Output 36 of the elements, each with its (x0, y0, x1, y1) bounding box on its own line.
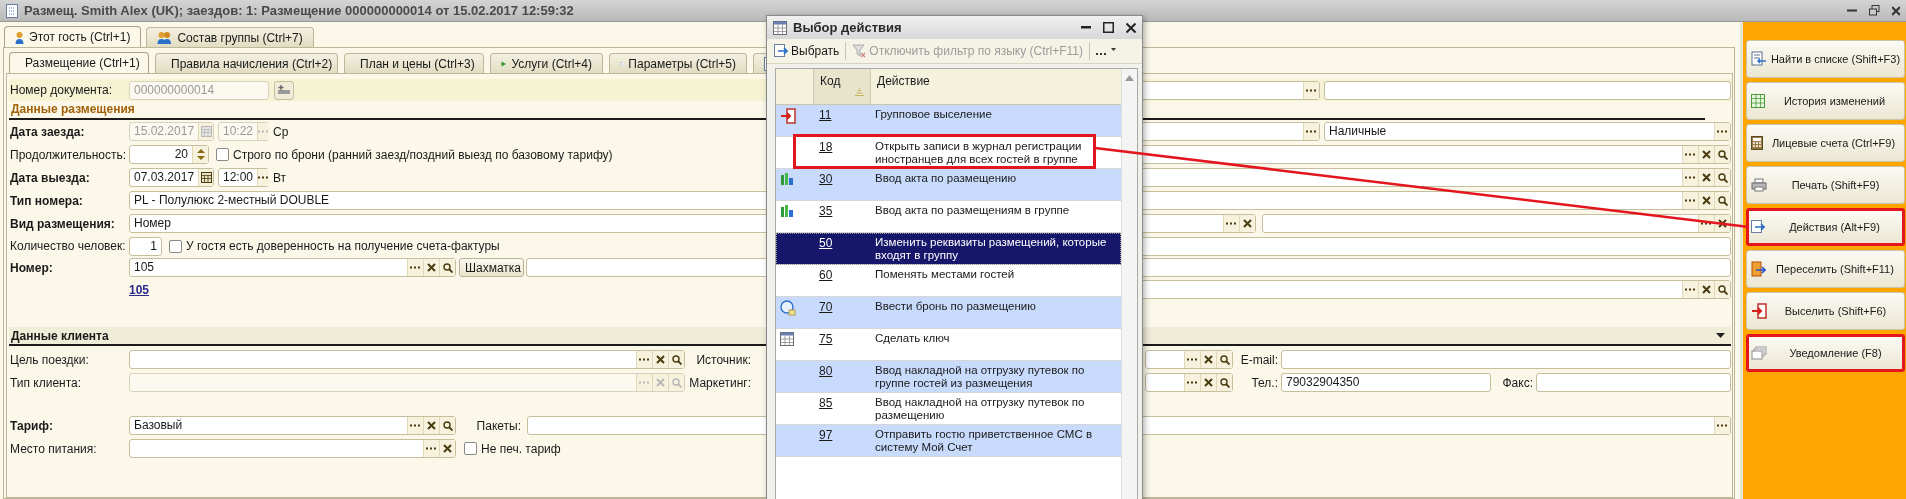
checkbox-label: У гостя есть доверенность на получение счета-фактуры (186, 239, 500, 253)
field-label: Дата заезда: (9, 124, 86, 139)
weekday-text: Вт (273, 170, 287, 185)
table-cell-text: Ввод накладной на отгрузку путевок по группе гостей из размещения (874, 363, 1086, 391)
table-cell-text: Изменить реквизиты размещений, которые входят в группу (874, 235, 1108, 263)
field-label: Место питания: (9, 441, 98, 456)
table-cell-text: Групповое выселение (874, 107, 993, 122)
table-cell-text: Отправить гостю приветственное СМС в систему Мой Счет (874, 427, 1094, 455)
field-label: Номер документа: (9, 83, 114, 97)
checkbox-label: Строго по брони (ранний заезд/поздний выезд по базовому тарифу) (233, 147, 613, 162)
field-label: Номер: (9, 260, 54, 275)
table-cell-text: Ввод накладной на отгрузку путевок по размещению (874, 395, 1086, 423)
table-cell-text: Ввод акта по размещению (874, 171, 1018, 186)
checkbox-label: Не печ. тариф (481, 441, 561, 456)
field-label: Пакеты: (475, 418, 522, 433)
weekday-text: Ср (273, 124, 289, 139)
table-cell-text: Поменять местами гостей (874, 267, 1016, 282)
field-label: Продолжительность: (9, 147, 128, 162)
field-label: Тип клиента: (9, 375, 83, 390)
field-label: Дата выезда: (9, 170, 91, 185)
field-label: Источник: (695, 352, 752, 367)
table-cell-text: Ввести бронь по размещению (874, 299, 1037, 314)
field-label: Количество человек: (9, 239, 127, 253)
table-cell-text: Открыть записи в журнал регистрации иностранцев для всех гостей в группе (874, 139, 1083, 167)
field-label: Цель поездки: (9, 352, 90, 367)
field-label: Тариф: (9, 418, 54, 433)
field-label: Тел.: (1250, 375, 1279, 390)
window-title: Размещ. Smith Alex (UK); заездов: 1: Размещение 000000000014 от 15.02.2017 12:59:32 (24, 3, 574, 18)
dialog-title: Выбор действия (793, 20, 902, 35)
field-label: Маркетинг: (688, 375, 752, 390)
field-label: Тип номера: (9, 193, 84, 208)
section-title: Данные клиента (11, 328, 109, 343)
field-label: Вид размещения: (9, 216, 116, 231)
table-cell-text: Сделать ключ (874, 331, 951, 346)
field-label: E-mail: (1239, 352, 1279, 367)
field-label: Факс: (1501, 375, 1534, 390)
